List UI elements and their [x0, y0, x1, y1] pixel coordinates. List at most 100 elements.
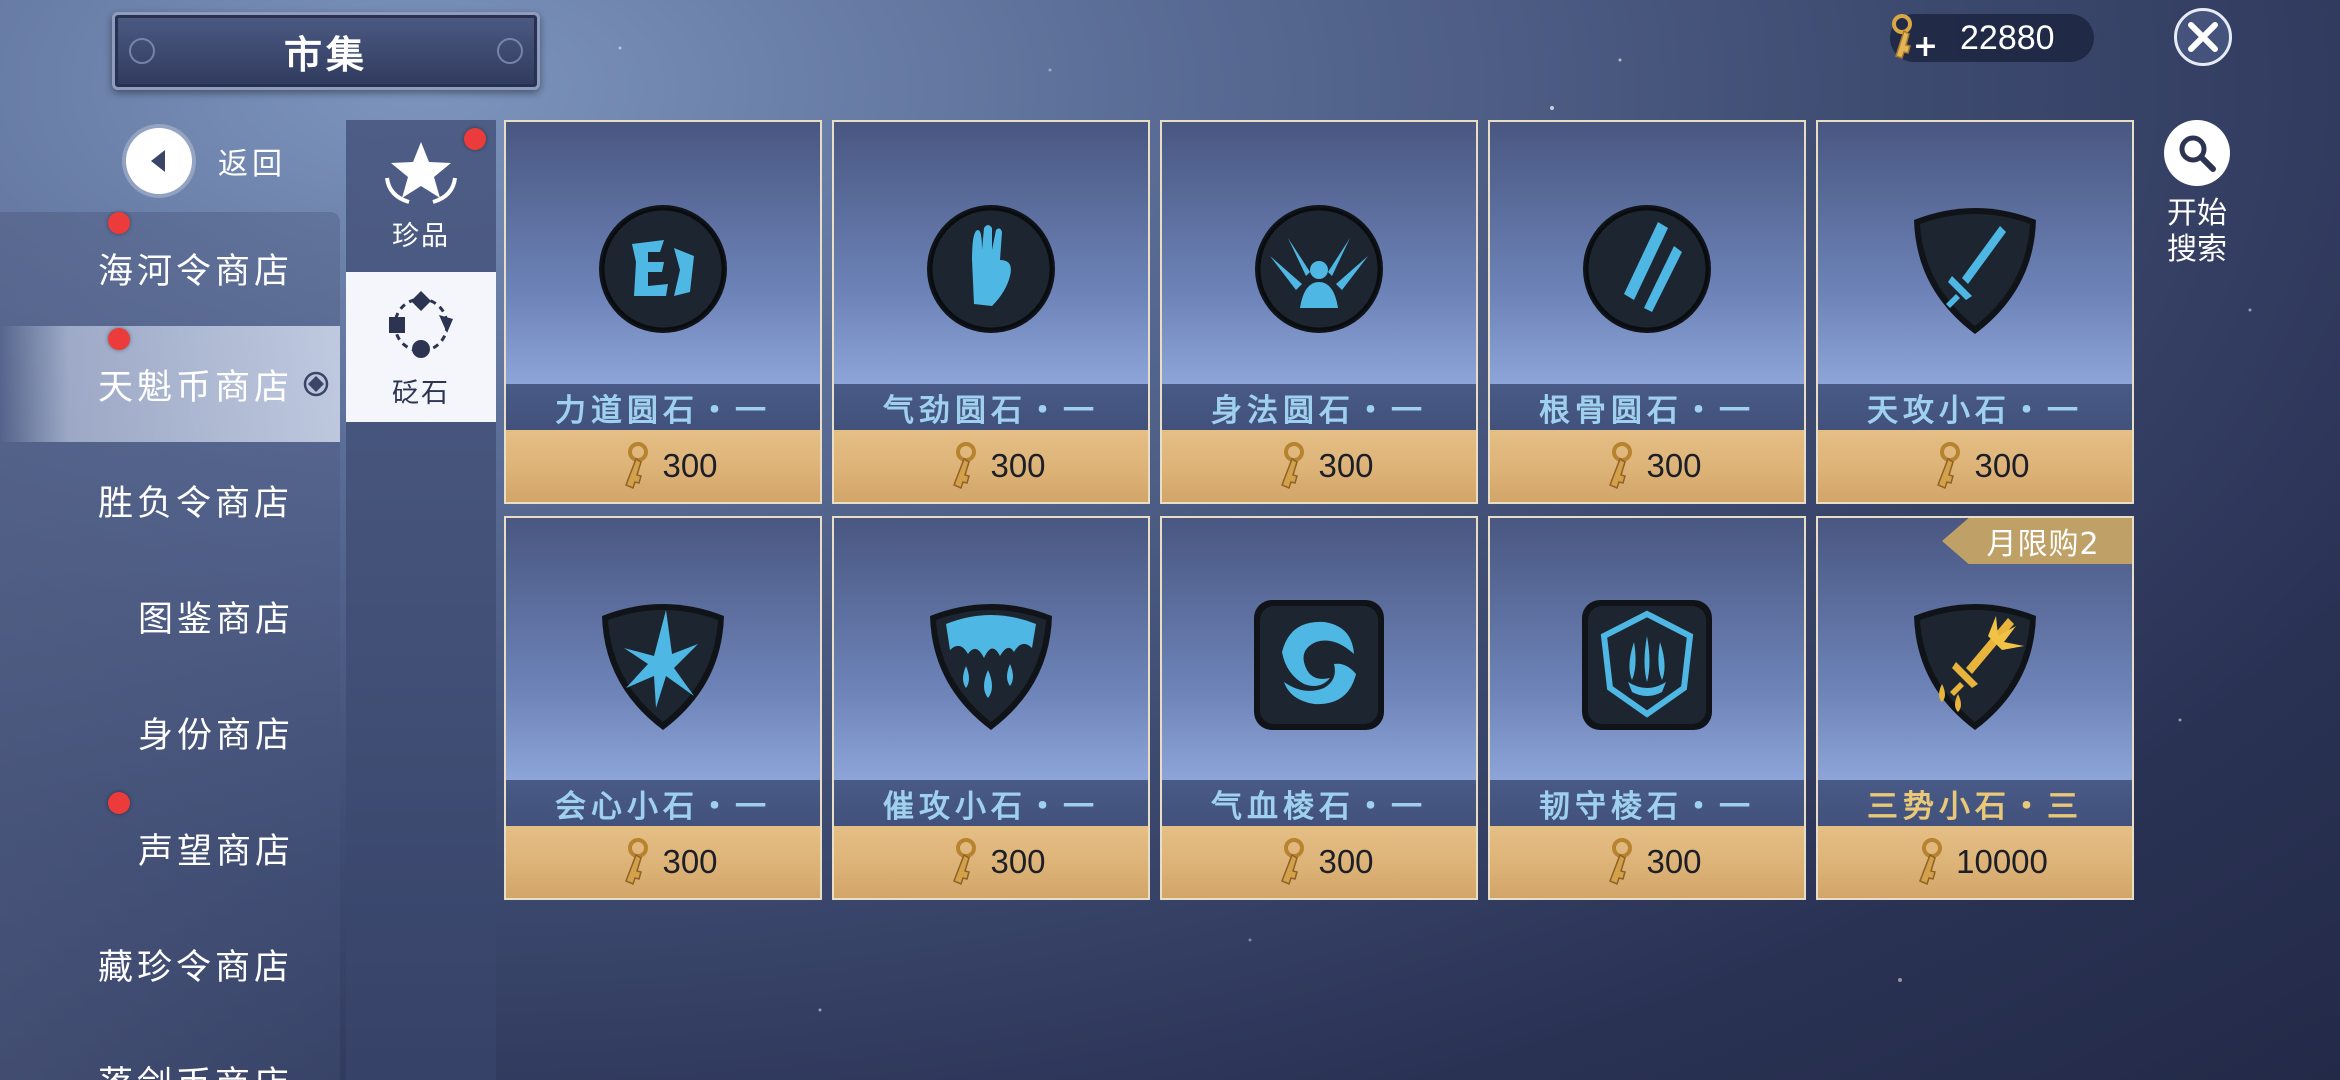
- shop-tab-label: 图鉴商店: [138, 599, 295, 640]
- item-name: 气血棱石・一: [1211, 788, 1427, 825]
- close-button[interactable]: [2174, 8, 2232, 66]
- ornament-icon: [129, 38, 155, 64]
- ornament-icon: [497, 38, 523, 64]
- item-price-bar: 300: [834, 826, 1148, 898]
- search-label-line: 搜索: [2167, 232, 2227, 267]
- item-name-bar: 气血棱石・一: [1162, 780, 1476, 826]
- item-name: 三势小石・三: [1867, 788, 2083, 825]
- shop-tab-tujian[interactable]: 图鉴商店: [0, 558, 340, 674]
- key-coin-icon: [625, 442, 649, 490]
- back-arrow-icon: [126, 128, 192, 194]
- page-title: 市集: [283, 31, 368, 77]
- key-coin-icon: [1919, 838, 1943, 886]
- shop-item-card[interactable]: 会心小石・一 300: [504, 516, 822, 900]
- item-name: 催攻小石・一: [883, 788, 1099, 825]
- key-coin-icon: [953, 442, 977, 490]
- shop-tab-label: 天魁币商店: [98, 367, 294, 408]
- shop-tab-luojian[interactable]: 落剑币商店: [0, 1020, 340, 1080]
- item-name: 天攻小石・一: [1867, 392, 2083, 429]
- shop-tab-label: 藏珍令商店: [98, 947, 294, 988]
- item-price-bar: 300: [506, 826, 820, 898]
- item-price: 300: [1318, 843, 1374, 880]
- item-name: 气劲圆石・一: [883, 392, 1099, 429]
- item-name-bar: 韧守棱石・一: [1490, 780, 1804, 826]
- shop-tab-tiankui[interactable]: 天魁币商店: [0, 326, 340, 442]
- key-coin-icon: +: [1886, 12, 1938, 64]
- key-coin-icon: [953, 838, 977, 886]
- item-price: 300: [990, 843, 1046, 880]
- purchase-limit-badge: 月限购2: [1942, 518, 2132, 564]
- item-name: 根骨圆石・一: [1539, 392, 1755, 429]
- search-label: 开始 搜索: [2160, 196, 2234, 268]
- key-coin-icon: [1937, 442, 1961, 490]
- key-coin-icon: [1281, 442, 1305, 490]
- shop-item-card[interactable]: 韧守棱石・一 300: [1488, 516, 1806, 900]
- purchase-limit-text: 月限购2: [1986, 527, 2100, 562]
- shop-item-card[interactable]: 气劲圆石・一 300: [832, 120, 1150, 504]
- item-price: 300: [1974, 447, 2030, 484]
- item-name-bar: 根骨圆石・一: [1490, 384, 1804, 430]
- search-label-line: 开始: [2167, 196, 2227, 231]
- key-coin-icon: [1609, 442, 1633, 490]
- search-icon: [2164, 120, 2230, 186]
- shop-tab-label: 身份商店: [138, 715, 295, 756]
- item-price: 300: [662, 447, 718, 484]
- item-price: 300: [1646, 447, 1702, 484]
- item-name: 身法圆石・一: [1211, 392, 1427, 429]
- item-price: 300: [1646, 843, 1702, 880]
- golden-sword-shield-stone-icon: [1914, 604, 2036, 730]
- category-tab-stone[interactable]: 砭石: [346, 272, 496, 422]
- shop-tab-shenfen[interactable]: 身份商店: [0, 674, 340, 790]
- shop-tab-shengfu[interactable]: 胜负令商店: [0, 442, 340, 558]
- item-name-bar: 气劲圆石・一: [834, 384, 1148, 430]
- shop-tab-label: 声望商店: [138, 831, 295, 872]
- shop-item-card[interactable]: 力道圆石・一 300: [504, 120, 822, 504]
- strength-round-stone-icon: [599, 205, 727, 333]
- item-price-bar: 10000: [1818, 826, 2132, 898]
- ornament-gem-icon: [303, 371, 329, 397]
- shop-item-card[interactable]: 根骨圆石・一 300: [1488, 120, 1806, 504]
- item-price-bar: 300: [834, 430, 1148, 502]
- qi-palm-round-stone-icon: [927, 205, 1055, 333]
- item-name-bar: 会心小石・一: [506, 780, 820, 826]
- shop-tab-shengwang[interactable]: 声望商店: [0, 790, 340, 906]
- item-name: 力道圆石・一: [555, 392, 771, 429]
- critical-shield-stone-icon: [602, 604, 724, 730]
- shop-item-card[interactable]: 天攻小石・一 300: [1816, 120, 2134, 504]
- shop-tab-cangzhen[interactable]: 藏珍令商店: [0, 906, 340, 1022]
- shop-item-card[interactable]: 气血棱石・一 300: [1160, 516, 1478, 900]
- category-label: 珍品: [392, 220, 450, 252]
- category-column: 珍品 砭石: [346, 120, 496, 1080]
- item-grid: 力道圆石・一 300 气劲圆石・一 300 身法圆石・一 300 根骨圆石・一 …: [504, 120, 2136, 900]
- key-coin-icon: [1609, 838, 1633, 886]
- item-price-bar: 300: [506, 430, 820, 502]
- shop-item-card[interactable]: 身法圆石・一 300: [1160, 120, 1478, 504]
- agility-round-stone-icon: [1255, 205, 1383, 333]
- shop-item-card[interactable]: 月限购2 三势小石・三 10000: [1816, 516, 2134, 900]
- page-title-plate: 市集: [112, 12, 540, 90]
- shop-tab-label: 海河令商店: [98, 251, 294, 292]
- back-button[interactable]: 返回: [126, 128, 286, 194]
- start-search-button[interactable]: 开始 搜索: [2160, 120, 2234, 268]
- stone-ring-icon: [389, 290, 453, 358]
- item-price-bar: 300: [1490, 826, 1804, 898]
- shop-tab-label: 胜负令商店: [98, 483, 294, 524]
- drip-shield-stone-icon: [930, 604, 1052, 730]
- notification-dot: [108, 792, 130, 814]
- category-label: 砭石: [392, 377, 450, 409]
- item-price-bar: 300: [1162, 826, 1476, 898]
- item-price-bar: 300: [1162, 430, 1476, 502]
- item-price-bar: 300: [1490, 430, 1804, 502]
- bone-round-stone-icon: [1583, 205, 1711, 333]
- key-coin-icon: [1281, 838, 1305, 886]
- add-currency-icon[interactable]: +: [1913, 32, 1938, 62]
- currency-display[interactable]: + 22880: [1890, 14, 2094, 62]
- star-laurel-icon: [385, 141, 457, 204]
- item-name-bar: 三势小石・三: [1818, 780, 2132, 826]
- item-price: 300: [990, 447, 1046, 484]
- shop-tab-haihe[interactable]: 海河令商店: [0, 210, 340, 326]
- item-name-bar: 力道圆石・一: [506, 384, 820, 430]
- shop-item-card[interactable]: 催攻小石・一 300: [832, 516, 1150, 900]
- shop-tab-label: 落剑币商店: [98, 1056, 293, 1080]
- item-name-bar: 身法圆石・一: [1162, 384, 1476, 430]
